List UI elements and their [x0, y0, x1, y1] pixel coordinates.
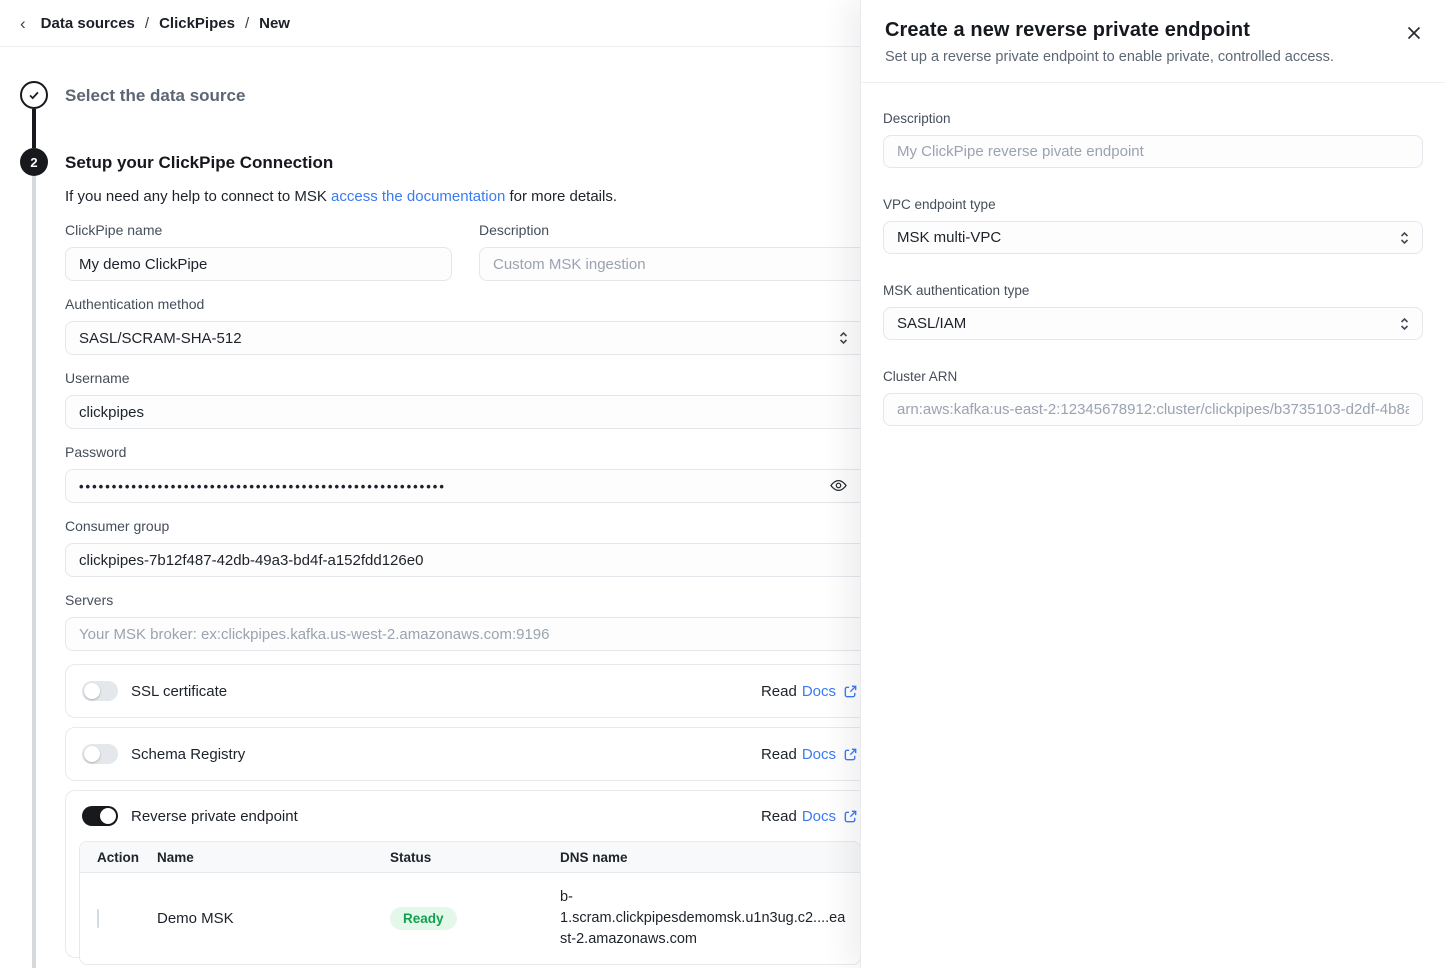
- schema-registry-label: Schema Registry: [131, 746, 245, 763]
- schema-registry-card: Schema Registry Read Docs: [65, 727, 875, 781]
- msk-auth-type-value: SASL/IAM: [897, 315, 966, 332]
- eye-icon[interactable]: [829, 476, 849, 496]
- chevron-updown-icon: [1399, 316, 1410, 332]
- endpoint-dns: b-1.scram.clickpipesdemomsk.u1n3ug.c2...…: [560, 887, 852, 950]
- help-text-prefix: If you need any help to connect to MSK: [65, 188, 331, 205]
- password-field-wrap: [65, 469, 875, 503]
- cluster-arn-group: Cluster ARN: [883, 369, 1423, 426]
- column-action: Action: [97, 850, 157, 865]
- cluster-arn-label: Cluster ARN: [883, 369, 1423, 384]
- docs-link[interactable]: Docs: [802, 808, 836, 825]
- ssl-certificate-toggle[interactable]: [82, 681, 118, 701]
- stepper-connector: [32, 109, 36, 148]
- panel-description-label: Description: [883, 111, 1423, 126]
- step-2-title: Setup your ClickPipe Connection: [65, 153, 333, 173]
- vpc-endpoint-type-select[interactable]: MSK multi-VPC: [883, 221, 1423, 254]
- vpc-endpoint-type-group: VPC endpoint type MSK multi-VPC: [883, 197, 1423, 254]
- back-chevron-icon[interactable]: ‹: [20, 15, 26, 32]
- read-label: Read: [761, 683, 797, 700]
- msk-auth-type-select[interactable]: SASL/IAM: [883, 307, 1423, 340]
- ssl-certificate-label: SSL certificate: [131, 683, 227, 700]
- column-status: Status: [390, 850, 560, 865]
- chevron-updown-icon: [838, 330, 849, 346]
- documentation-link[interactable]: access the documentation: [331, 188, 505, 205]
- create-endpoint-panel: Create a new reverse private endpoint Se…: [860, 0, 1445, 968]
- consumer-group-input[interactable]: [65, 543, 875, 577]
- clickpipe-name-input[interactable]: [65, 247, 452, 281]
- description-label: Description: [479, 222, 875, 238]
- external-link-icon[interactable]: [841, 809, 858, 824]
- password-group: Password: [65, 444, 875, 503]
- clickpipe-name-group: ClickPipe name: [65, 222, 452, 281]
- username-label: Username: [65, 370, 875, 386]
- endpoint-name: Demo MSK: [157, 910, 390, 927]
- schema-read-docs: Read Docs: [761, 746, 858, 763]
- reverse-private-endpoint-label: Reverse private endpoint: [131, 808, 298, 825]
- panel-body: Description VPC endpoint type MSK multi-…: [861, 83, 1445, 426]
- servers-label: Servers: [65, 592, 875, 608]
- consumer-group-label: Consumer group: [65, 518, 875, 534]
- panel-subtitle: Set up a reverse private endpoint to ena…: [885, 49, 1421, 65]
- external-link-icon[interactable]: [841, 747, 858, 762]
- clickpipe-name-label: ClickPipe name: [65, 222, 452, 238]
- auth-method-label: Authentication method: [65, 296, 875, 312]
- vpc-endpoint-type-value: MSK multi-VPC: [897, 229, 1001, 246]
- panel-header: Create a new reverse private endpoint Se…: [861, 0, 1445, 83]
- help-text-suffix: for more details.: [505, 188, 617, 205]
- panel-description-input[interactable]: [883, 135, 1423, 168]
- panel-title: Create a new reverse private endpoint: [885, 19, 1421, 42]
- help-text: If you need any help to connect to MSK a…: [65, 188, 617, 205]
- schema-registry-toggle[interactable]: [82, 744, 118, 764]
- password-label: Password: [65, 444, 875, 460]
- username-group: Username: [65, 370, 875, 429]
- stepper-connector: [32, 176, 36, 968]
- reverse-private-endpoint-card: Reverse private endpoint Read Docs Actio…: [65, 790, 875, 958]
- check-icon: [27, 88, 41, 102]
- servers-input[interactable]: [65, 617, 875, 651]
- external-link-icon[interactable]: [841, 684, 858, 699]
- auth-method-select[interactable]: SASL/SCRAM-SHA-512: [65, 321, 875, 355]
- endpoint-table-header: Action Name Status DNS name: [80, 842, 860, 873]
- msk-auth-type-group: MSK authentication type SASL/IAM: [883, 283, 1423, 340]
- ssl-read-docs: Read Docs: [761, 683, 858, 700]
- docs-link[interactable]: Docs: [802, 683, 836, 700]
- read-label: Read: [761, 746, 797, 763]
- docs-link[interactable]: Docs: [802, 746, 836, 763]
- chevron-updown-icon: [1399, 230, 1410, 246]
- status-badge: Ready: [390, 907, 457, 930]
- endpoint-table: Action Name Status DNS name Demo MSK Rea…: [79, 841, 861, 965]
- password-input[interactable]: [65, 469, 875, 503]
- auth-method-value: SASL/SCRAM-SHA-512: [79, 330, 242, 347]
- step-1-indicator: [20, 81, 48, 109]
- rpe-read-docs: Read Docs: [761, 808, 858, 825]
- row-checkbox[interactable]: [97, 909, 99, 928]
- msk-auth-type-label: MSK authentication type: [883, 283, 1423, 298]
- column-dns-name: DNS name: [560, 850, 860, 865]
- main-content: Select the data source Setup your ClickP…: [65, 0, 875, 968]
- stepper-rail: 2: [20, 81, 48, 968]
- reverse-private-endpoint-toggle[interactable]: [82, 806, 118, 826]
- close-icon[interactable]: [1402, 21, 1426, 45]
- panel-description-group: Description: [883, 111, 1423, 168]
- read-label: Read: [761, 808, 797, 825]
- page: ‹ Data sources / ClickPipes / New 2 Sele…: [0, 0, 1445, 968]
- step-2-indicator: 2: [20, 148, 48, 176]
- username-input[interactable]: [65, 395, 875, 429]
- step-1-title: Select the data source: [65, 86, 245, 106]
- cluster-arn-input[interactable]: [883, 393, 1423, 426]
- consumer-group-group: Consumer group: [65, 518, 875, 577]
- vpc-endpoint-type-label: VPC endpoint type: [883, 197, 1423, 212]
- servers-group: Servers: [65, 592, 875, 651]
- description-input[interactable]: [479, 247, 875, 281]
- description-group: Description: [479, 222, 875, 281]
- table-row: Demo MSK Ready b-1.scram.clickpipesdemom…: [80, 873, 860, 964]
- column-name: Name: [157, 850, 390, 865]
- ssl-certificate-card: SSL certificate Read Docs: [65, 664, 875, 718]
- auth-method-group: Authentication method SASL/SCRAM-SHA-512: [65, 296, 875, 355]
